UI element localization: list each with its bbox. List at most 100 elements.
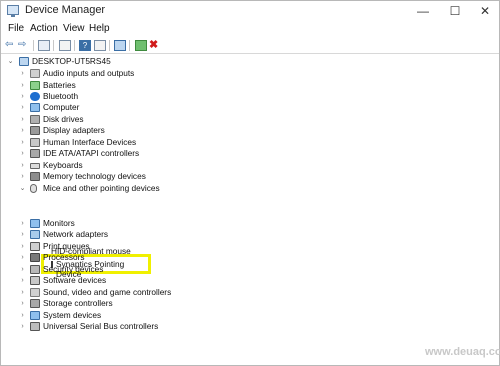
- chevron-right-icon[interactable]: ›: [19, 298, 26, 309]
- chevron-right-icon[interactable]: ›: [19, 218, 26, 229]
- keyboard-icon: [30, 163, 40, 169]
- storage-controller-icon: [30, 299, 40, 308]
- tree-item-mice[interactable]: ⌄ Mice and other pointing devices: [19, 183, 319, 194]
- toolbar-separator: [129, 40, 130, 51]
- menu-file[interactable]: File: [8, 23, 24, 34]
- scan-hardware-icon[interactable]: [114, 40, 126, 51]
- chevron-right-icon[interactable]: ›: [19, 137, 26, 148]
- chevron-right-icon[interactable]: ›: [19, 148, 26, 159]
- chevron-right-icon[interactable]: ›: [19, 241, 26, 252]
- tree-item-label: Monitors: [43, 218, 75, 228]
- tree-item-keyboards[interactable]: › Keyboards: [19, 160, 319, 171]
- menu-view[interactable]: View: [63, 23, 85, 34]
- tree-item-label: Storage controllers: [43, 298, 113, 308]
- tree-item-network[interactable]: › Network adapters: [19, 229, 319, 240]
- device-manager-app-icon: [7, 5, 19, 17]
- menu-help[interactable]: Help: [89, 23, 110, 34]
- computer-icon: [19, 57, 29, 66]
- system-device-icon: [30, 311, 40, 320]
- chevron-right-icon[interactable]: ›: [19, 160, 26, 171]
- tree-root[interactable]: ⌄ DESKTOP-UT5RS45: [7, 56, 307, 67]
- tree-item-monitors[interactable]: › Monitors: [19, 218, 319, 229]
- tree-item-label: Audio inputs and outputs: [43, 68, 135, 78]
- chevron-right-icon[interactable]: ›: [19, 321, 26, 332]
- tree-item-software[interactable]: › Software devices: [19, 275, 319, 286]
- tree-item-label: Security devices: [43, 264, 104, 274]
- chevron-right-icon[interactable]: ›: [19, 80, 26, 91]
- update-driver-icon[interactable]: [135, 40, 147, 51]
- tree-item-memory[interactable]: › Memory technology devices: [19, 171, 319, 182]
- tree-item-computer[interactable]: › Computer: [19, 102, 319, 113]
- mouse-icon: [30, 184, 37, 193]
- minimize-button[interactable]: —: [411, 1, 435, 22]
- speaker-icon: [30, 288, 40, 297]
- disk-icon: [30, 115, 40, 124]
- hid-icon: [30, 138, 40, 147]
- tree-item-print-queues[interactable]: › Print queues: [19, 241, 319, 252]
- watermark: www.deuaq.com: [425, 346, 500, 358]
- forward-icon[interactable]: ⇨: [18, 40, 30, 51]
- maximize-button[interactable]: ☐: [443, 1, 467, 22]
- help-icon[interactable]: ?: [79, 40, 91, 51]
- tree-item-bluetooth[interactable]: › Bluetooth: [19, 91, 319, 102]
- tree-item-hid[interactable]: › Human Interface Devices: [19, 137, 319, 148]
- tree-item-storage[interactable]: › Storage controllers: [19, 298, 319, 309]
- battery-icon: [30, 81, 40, 90]
- tree-item-label: Print queues: [43, 241, 90, 251]
- tree-item-label: Disk drives: [43, 114, 84, 124]
- printer-icon: [30, 242, 40, 251]
- back-icon[interactable]: ⇦: [5, 40, 17, 51]
- chevron-right-icon[interactable]: ›: [19, 264, 26, 275]
- tree-item-sound[interactable]: › Sound, video and game controllers: [19, 287, 319, 298]
- tree-root-label: DESKTOP-UT5RS45: [32, 56, 111, 66]
- chevron-right-icon[interactable]: ›: [19, 114, 26, 125]
- tree-item-label: Memory technology devices: [43, 171, 146, 181]
- menu-bar: File Action View Help: [1, 22, 499, 39]
- bluetooth-icon: [30, 92, 40, 101]
- chevron-right-icon[interactable]: ›: [19, 102, 26, 113]
- menu-action[interactable]: Action: [30, 23, 58, 34]
- tree-item-label: Universal Serial Bus controllers: [43, 321, 159, 331]
- toolbar-separator: [53, 40, 54, 51]
- tree-item-label: Software devices: [43, 275, 107, 285]
- chevron-right-icon[interactable]: ›: [19, 171, 26, 182]
- toolbar-separator: [109, 40, 110, 51]
- close-button[interactable]: ✕: [473, 1, 497, 22]
- chevron-right-icon[interactable]: ›: [19, 310, 26, 321]
- chevron-right-icon[interactable]: ›: [19, 91, 26, 102]
- tree-item-usb[interactable]: › Universal Serial Bus controllers: [19, 321, 319, 332]
- view-icon[interactable]: [94, 40, 106, 51]
- security-device-icon: [30, 265, 40, 274]
- toolbar-separator: [33, 40, 34, 51]
- tree-item-audio[interactable]: › Audio inputs and outputs: [19, 68, 319, 79]
- tree-item-system[interactable]: › System devices: [19, 310, 319, 321]
- tree-item-label: Network adapters: [43, 229, 109, 239]
- chevron-down-icon[interactable]: ⌄: [19, 183, 26, 194]
- tree-item-disk-drives[interactable]: › Disk drives: [19, 114, 319, 125]
- display-adapter-icon: [30, 126, 40, 135]
- chevron-right-icon[interactable]: ›: [19, 68, 26, 79]
- toolbar-separator: [74, 40, 75, 51]
- toolbar: ⇦ ⇨ ? ✖: [1, 39, 499, 54]
- chevron-down-icon[interactable]: ⌄: [7, 56, 14, 67]
- tree-item-security[interactable]: › Security devices: [19, 264, 319, 275]
- tree-item-label: Computer: [43, 102, 80, 112]
- network-icon: [30, 230, 40, 239]
- chevron-right-icon[interactable]: ›: [19, 252, 26, 263]
- show-hide-console-tree-icon[interactable]: [38, 40, 50, 51]
- tree-item-processors[interactable]: › Processors: [19, 252, 319, 263]
- properties-icon[interactable]: [59, 40, 71, 51]
- tree-item-batteries[interactable]: › Batteries: [19, 80, 319, 91]
- chevron-right-icon[interactable]: ›: [19, 125, 26, 136]
- device-manager-window: Device Manager — ☐ ✕ File Action View He…: [0, 0, 500, 366]
- tree-item-label: System devices: [43, 310, 102, 320]
- memory-icon: [30, 172, 40, 181]
- chevron-right-icon[interactable]: ›: [19, 229, 26, 240]
- tree-item-label: Human Interface Devices: [43, 137, 137, 147]
- chevron-right-icon[interactable]: ›: [19, 287, 26, 298]
- uninstall-device-icon[interactable]: ✖: [149, 40, 161, 51]
- tree-item-ide[interactable]: › IDE ATA/ATAPI controllers: [19, 148, 319, 159]
- chevron-right-icon[interactable]: ›: [19, 275, 26, 286]
- tree-item-label: IDE ATA/ATAPI controllers: [43, 148, 140, 158]
- tree-item-display-adapters[interactable]: › Display adapters: [19, 125, 319, 136]
